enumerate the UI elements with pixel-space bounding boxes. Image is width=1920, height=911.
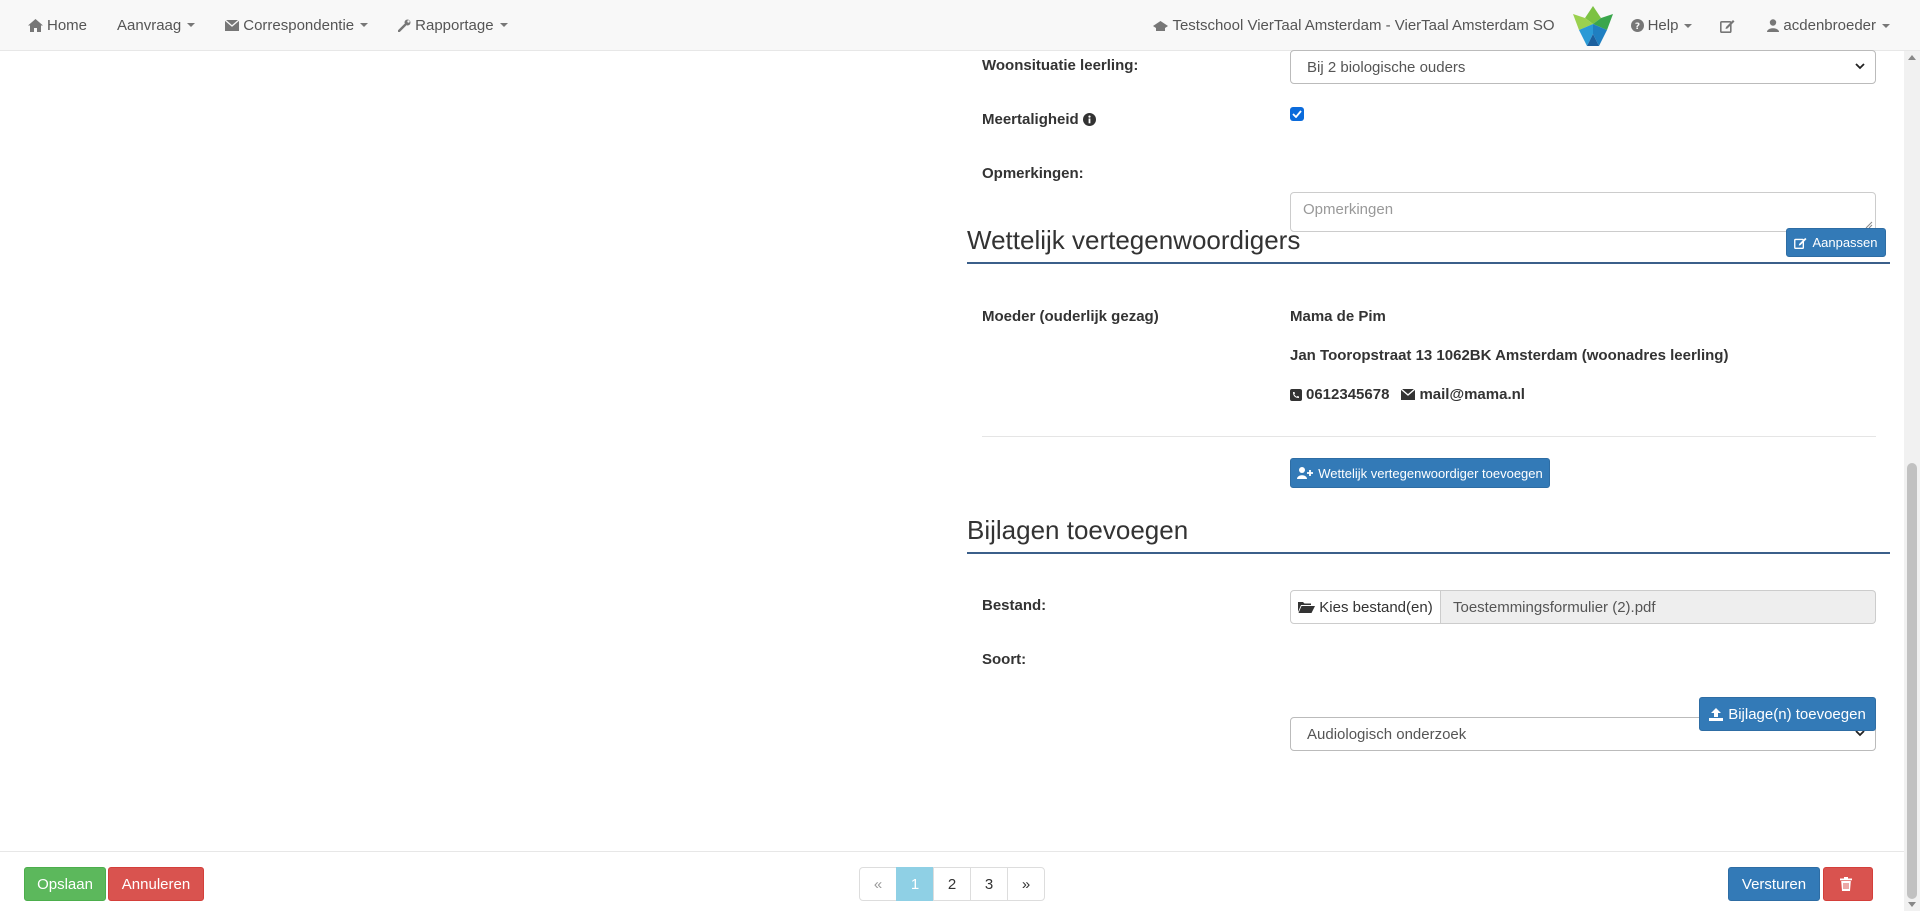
nav-aanvraag-label: Aanvraag <box>117 16 182 34</box>
representative-name: Mama de Pim <box>1290 308 1386 325</box>
question-circle-icon: ? <box>1630 19 1644 32</box>
bijlagen-title: Bijlagen toevoegen <box>967 515 1189 545</box>
choose-file-label: Kies bestand(en) <box>1319 598 1433 616</box>
checkmark-icon <box>1292 110 1302 118</box>
delete-button[interactable] <box>1823 867 1873 901</box>
school-icon <box>1153 20 1169 31</box>
section-divider <box>967 262 1890 264</box>
chevron-down-icon <box>1855 730 1865 737</box>
school-name: Testschool VierTaal Amsterdam - VierTaal… <box>1172 17 1555 34</box>
section-divider <box>967 552 1890 554</box>
send-button[interactable]: Versturen <box>1728 867 1820 901</box>
add-representative-label: Wettelijk vertegenwoordiger toevoegen <box>1318 465 1543 481</box>
caret-down-icon <box>1684 23 1693 28</box>
soort-label: Soort: <box>982 651 1027 668</box>
nav-home[interactable]: Home <box>28 17 87 34</box>
page-3[interactable]: 3 <box>970 867 1008 901</box>
edit-icon <box>1720 19 1735 33</box>
representative-address: Jan Tooropstraat 13 1062BK Amsterdam (wo… <box>1290 347 1729 364</box>
upload-attachment-button[interactable]: Bijlage(n) toevoegen <box>1699 697 1876 731</box>
folder-open-icon <box>1298 602 1316 613</box>
info-icon <box>1082 113 1096 126</box>
envelope-icon <box>1401 389 1416 400</box>
upload-icon <box>1709 707 1724 721</box>
nav-correspondentie[interactable]: Correspondentie <box>225 16 369 34</box>
representative-phone: 0612345678 <box>1306 386 1390 403</box>
viertaal-logo <box>1572 5 1613 46</box>
selected-file-name: Toestemmingsformulier (2).pdf <box>1441 590 1876 624</box>
wrench-icon <box>398 19 411 32</box>
nav-user-label: acdenbroeder <box>1783 17 1876 34</box>
caret-down-icon <box>187 23 196 27</box>
pagination: « 1 2 3 » <box>859 867 1045 901</box>
svg-text:?: ? <box>1634 22 1639 32</box>
choose-file-button[interactable]: Kies bestand(en) <box>1290 590 1441 624</box>
caret-down-icon <box>360 23 369 27</box>
home-icon <box>28 18 43 32</box>
page-scrollbar[interactable] <box>1904 51 1920 911</box>
envelope-icon <box>225 19 240 31</box>
woonsituatie-value: Bij 2 biologische ouders <box>1307 58 1466 76</box>
row-divider <box>982 436 1876 437</box>
bestand-label: Bestand: <box>982 597 1047 614</box>
save-label: Opslaan <box>37 875 93 893</box>
edit-link[interactable] <box>1720 19 1739 33</box>
nav-aanvraag[interactable]: Aanvraag <box>117 16 196 34</box>
edit-icon <box>1794 237 1807 249</box>
page-1[interactable]: 1 <box>896 867 934 901</box>
trash-icon <box>1839 877 1852 891</box>
nav-rapportage[interactable]: Rapportage <box>398 16 508 34</box>
woonsituatie-label: Woonsituatie leerling: <box>982 57 1139 74</box>
nav-help-label: Help <box>1647 17 1679 34</box>
user-icon <box>1767 19 1780 32</box>
scroll-down-arrow-icon[interactable] <box>1908 902 1916 907</box>
file-input-group: Kies bestand(en) Toestemmingsformulier (… <box>1290 590 1876 624</box>
opmerkingen-placeholder: Opmerkingen <box>1303 201 1394 218</box>
opmerkingen-label: Opmerkingen: <box>982 165 1084 182</box>
send-label: Versturen <box>1741 875 1807 893</box>
top-navbar: Home Aanvraag Correspondentie Rapportage… <box>0 0 1920 51</box>
aanpassen-label: Aanpassen <box>1812 235 1878 250</box>
nav-correspondentie-label: Correspondentie <box>243 16 355 34</box>
phone-icon <box>1290 388 1302 401</box>
scroll-up-arrow-icon[interactable] <box>1908 55 1916 60</box>
meertaligheid-label-group: Meertaligheid <box>982 111 1096 128</box>
page-prev[interactable]: « <box>859 867 897 901</box>
relation-label: Moeder (ouderlijk gezag) <box>982 308 1159 325</box>
aanpassen-button[interactable]: Aanpassen <box>1786 228 1886 257</box>
meertaligheid-label: Meertaligheid <box>982 111 1079 128</box>
representative-email[interactable]: mail@mama.nl <box>1419 386 1525 403</box>
cancel-button[interactable]: Annuleren <box>108 867 204 901</box>
caret-down-icon <box>1882 23 1890 28</box>
add-representative-button[interactable]: Wettelijk vertegenwoordiger toevoegen <box>1290 458 1550 488</box>
nav-home-label: Home <box>47 16 88 34</box>
cancel-label: Annuleren <box>121 875 191 893</box>
vertegenwoordigers-title: Wettelijk vertegenwoordigers <box>967 225 1301 255</box>
nav-help[interactable]: ? Help <box>1630 17 1693 34</box>
scroll-thumb[interactable] <box>1907 463 1917 899</box>
opmerkingen-textarea[interactable]: Opmerkingen <box>1290 192 1876 232</box>
upload-attachment-label: Bijlage(n) toevoegen <box>1728 705 1866 723</box>
woonsituatie-select[interactable]: Bij 2 biologische ouders <box>1290 50 1876 84</box>
nav-rapportage-label: Rapportage <box>415 16 494 34</box>
chevron-down-icon <box>1855 63 1865 70</box>
user-plus-icon <box>1297 467 1314 479</box>
meertaligheid-checkbox[interactable] <box>1290 107 1304 121</box>
representative-contact: 0612345678 mail@mama.nl <box>1290 386 1525 403</box>
page-next[interactable]: » <box>1007 867 1045 901</box>
school-selector[interactable]: Testschool VierTaal Amsterdam - VierTaal… <box>1153 17 1555 34</box>
soort-value: Audiologisch onderzoek <box>1307 725 1467 743</box>
caret-down-icon <box>499 23 508 27</box>
page-2[interactable]: 2 <box>933 867 971 901</box>
nav-user[interactable]: acdenbroeder <box>1767 17 1890 34</box>
save-button[interactable]: Opslaan <box>24 867 106 901</box>
